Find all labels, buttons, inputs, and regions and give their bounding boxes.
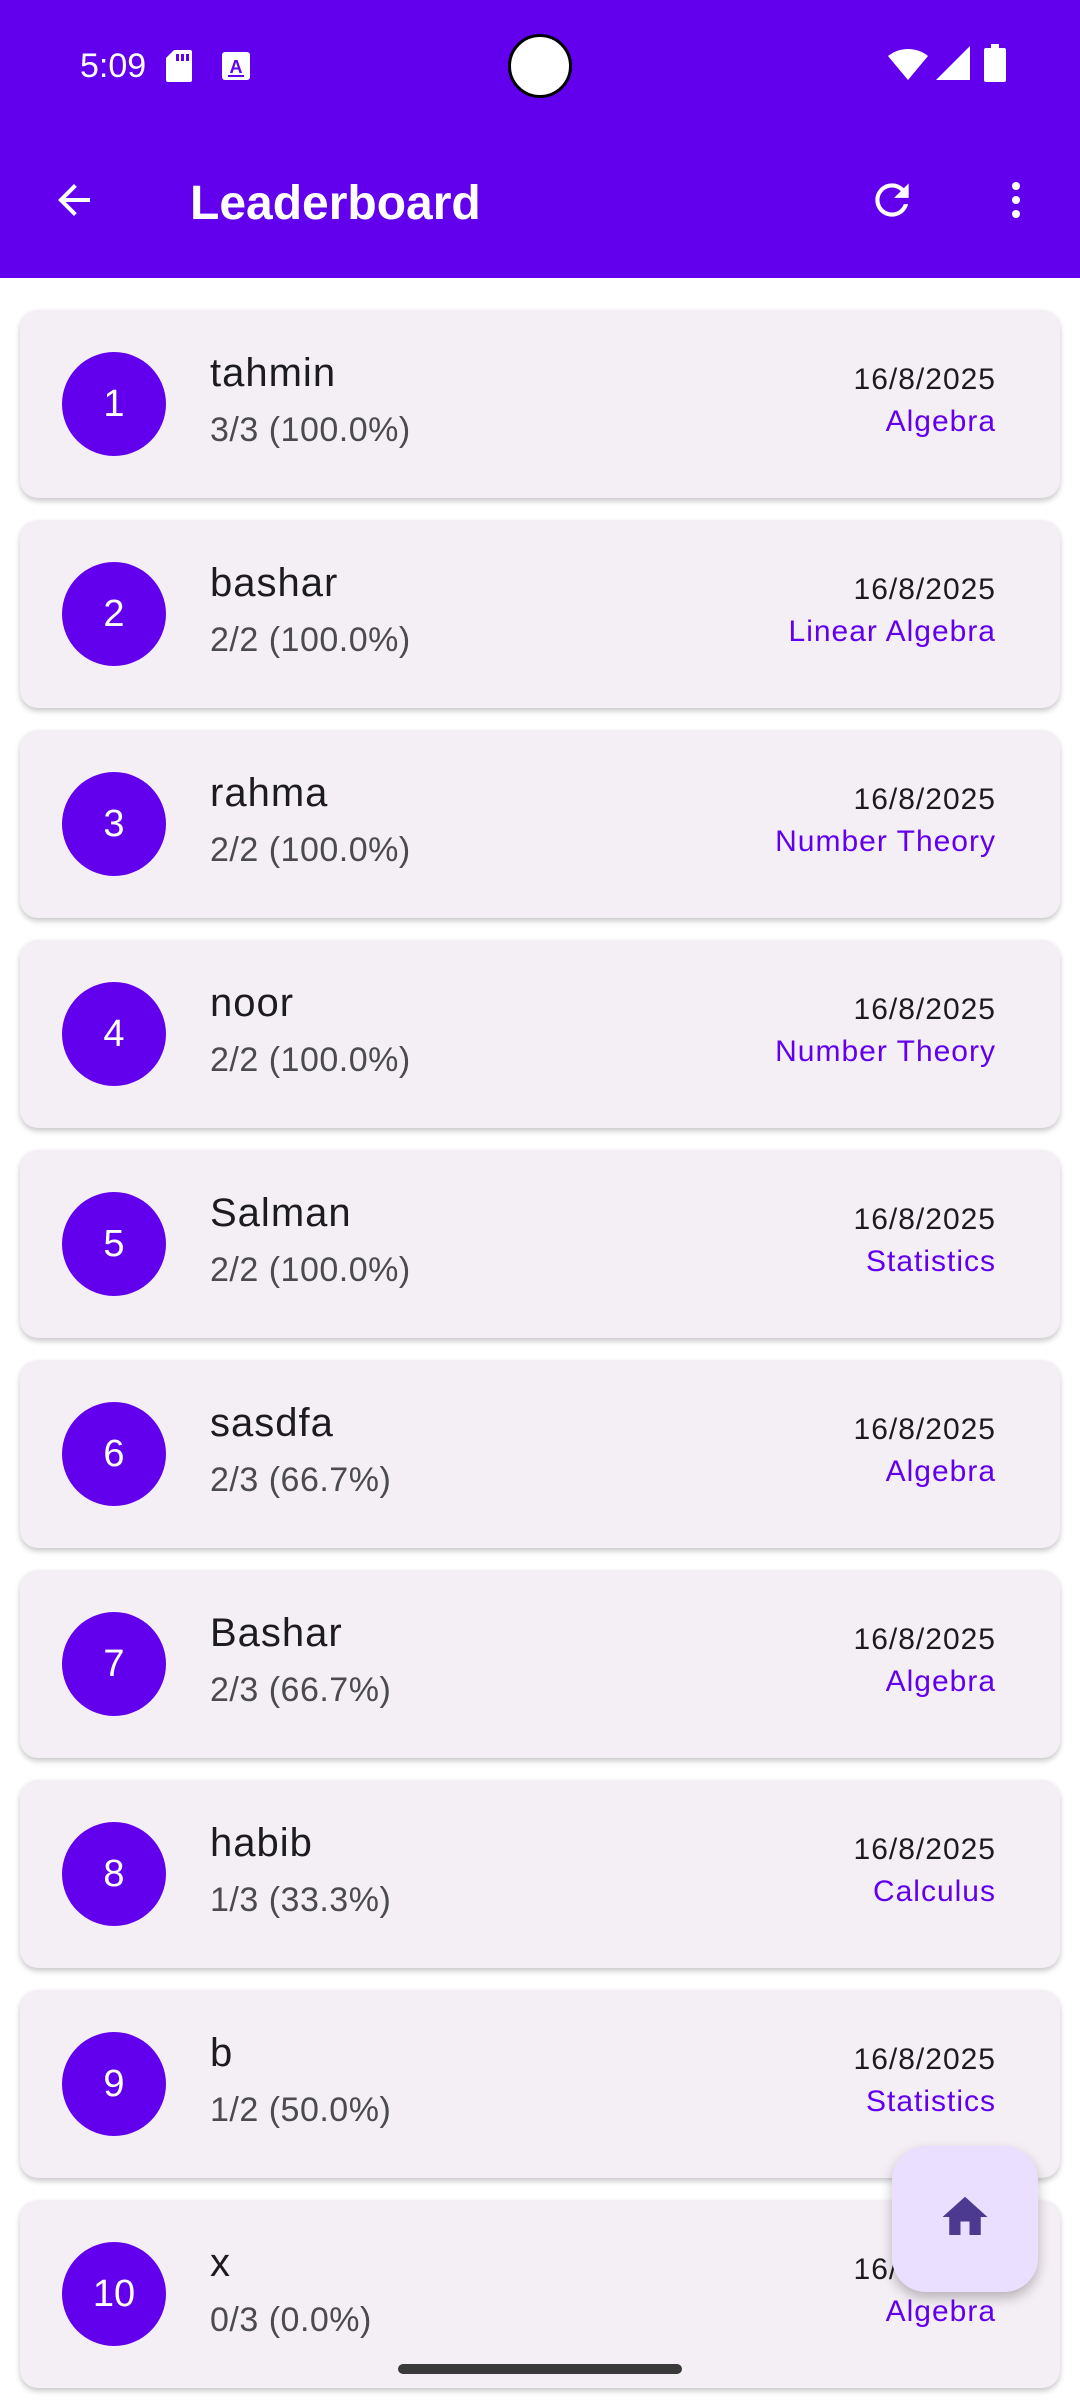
more-options-button[interactable] xyxy=(980,166,1052,238)
player-score: 3/3 (100.0%) xyxy=(210,411,411,449)
home-icon xyxy=(938,2190,992,2249)
leaderboard-entry[interactable]: 7 Bashar 2/3 (66.7%) 16/8/2025 Algebra xyxy=(20,1570,1060,1758)
entry-topic: Statistics xyxy=(865,1245,996,1278)
entry-topic: Algebra xyxy=(885,1665,996,1698)
entry-topic: Linear Algebra xyxy=(788,615,996,648)
refresh-button[interactable] xyxy=(856,166,928,238)
leaderboard-entry[interactable]: 2 bashar 2/2 (100.0%) 16/8/2025 Linear A… xyxy=(20,520,1060,708)
leaderboard-entry[interactable]: 3 rahma 2/2 (100.0%) 16/8/2025 Number Th… xyxy=(20,730,1060,918)
rank-badge: 9 xyxy=(62,2032,166,2136)
player-score: 0/3 (0.0%) xyxy=(210,2301,372,2339)
back-button[interactable] xyxy=(38,166,110,238)
gesture-navigation-bar[interactable] xyxy=(398,2364,682,2374)
sd-card-icon xyxy=(166,50,192,87)
status-bar: 5:09 A xyxy=(0,0,1080,134)
leaderboard-entry[interactable]: 6 sasdfa 2/3 (66.7%) 16/8/2025 Algebra xyxy=(20,1360,1060,1548)
app-bar: Leaderboard xyxy=(0,134,1080,278)
leaderboard-entry[interactable]: 9 b 1/2 (50.0%) 16/8/2025 Statistics xyxy=(20,1990,1060,2178)
entry-date: 16/8/2025 xyxy=(853,573,996,606)
rank-badge: 5 xyxy=(62,1192,166,1296)
player-name: bashar xyxy=(210,561,339,605)
rank-badge: 8 xyxy=(62,1822,166,1926)
player-score: 2/3 (66.7%) xyxy=(210,1671,392,1709)
entry-date: 16/8/2025 xyxy=(853,1413,996,1446)
rank-badge: 7 xyxy=(62,1612,166,1716)
entry-date: 16/8/2025 xyxy=(853,2043,996,2076)
player-name: rahma xyxy=(210,771,329,815)
player-score: 2/2 (100.0%) xyxy=(210,831,411,869)
entry-topic: Algebra xyxy=(885,1455,996,1488)
leaderboard-entry[interactable]: 1 tahmin 3/3 (100.0%) 16/8/2025 Algebra xyxy=(20,310,1060,498)
wifi-icon xyxy=(888,48,928,85)
rank-badge: 3 xyxy=(62,772,166,876)
refresh-icon xyxy=(867,175,917,230)
battery-icon xyxy=(984,44,1006,87)
camera-cutout xyxy=(508,34,572,98)
rank-badge: 10 xyxy=(62,2242,166,2346)
more-vert-icon xyxy=(992,176,1040,229)
player-score: 1/2 (50.0%) xyxy=(210,2091,392,2129)
arrow-back-icon xyxy=(50,176,98,229)
player-name: Salman xyxy=(210,1191,352,1235)
status-time: 5:09 xyxy=(80,47,147,85)
entry-topic: Algebra xyxy=(885,405,996,438)
leaderboard-list[interactable]: 1 tahmin 3/3 (100.0%) 16/8/2025 Algebra … xyxy=(0,278,1080,2400)
player-name: Bashar xyxy=(210,1611,343,1655)
entry-topic: Calculus xyxy=(872,1875,996,1908)
entry-date: 16/8/2025 xyxy=(853,993,996,1026)
rank-badge: 4 xyxy=(62,982,166,1086)
player-score: 2/2 (100.0%) xyxy=(210,1251,411,1289)
entry-topic: Algebra xyxy=(885,2295,996,2328)
player-name: habib xyxy=(210,1821,313,1865)
player-score: 2/2 (100.0%) xyxy=(210,1041,411,1079)
leaderboard-entry[interactable]: 5 Salman 2/2 (100.0%) 16/8/2025 Statisti… xyxy=(20,1150,1060,1338)
page-title: Leaderboard xyxy=(190,177,481,230)
entry-date: 16/8/2025 xyxy=(853,363,996,396)
leaderboard-entry[interactable]: 4 noor 2/2 (100.0%) 16/8/2025 Number The… xyxy=(20,940,1060,1128)
player-score: 1/3 (33.3%) xyxy=(210,1881,392,1919)
entry-topic: Statistics xyxy=(865,2085,996,2118)
player-name: sasdfa xyxy=(210,1401,334,1445)
rank-badge: 1 xyxy=(62,352,166,456)
player-name: b xyxy=(210,2031,234,2075)
entry-topic: Number Theory xyxy=(775,825,996,858)
rank-badge: 6 xyxy=(62,1402,166,1506)
player-name: noor xyxy=(210,981,295,1025)
signal-icon xyxy=(936,46,970,85)
leaderboard-entry[interactable]: 8 habib 1/3 (33.3%) 16/8/2025 Calculus xyxy=(20,1780,1060,1968)
player-score: 2/3 (66.7%) xyxy=(210,1461,392,1499)
player-score: 2/2 (100.0%) xyxy=(210,621,411,659)
entry-topic: Number Theory xyxy=(775,1035,996,1068)
player-name: tahmin xyxy=(210,351,337,395)
entry-date: 16/8/2025 xyxy=(853,783,996,816)
entry-date: 16/8/2025 xyxy=(853,1623,996,1656)
player-name: x xyxy=(210,2241,231,2285)
a-icon: A xyxy=(222,52,250,85)
home-button[interactable] xyxy=(892,2146,1038,2292)
rank-badge: 2 xyxy=(62,562,166,666)
entry-date: 16/8/2025 xyxy=(853,1203,996,1236)
entry-date: 16/8/2025 xyxy=(853,1833,996,1866)
svg-text:A: A xyxy=(230,57,243,77)
